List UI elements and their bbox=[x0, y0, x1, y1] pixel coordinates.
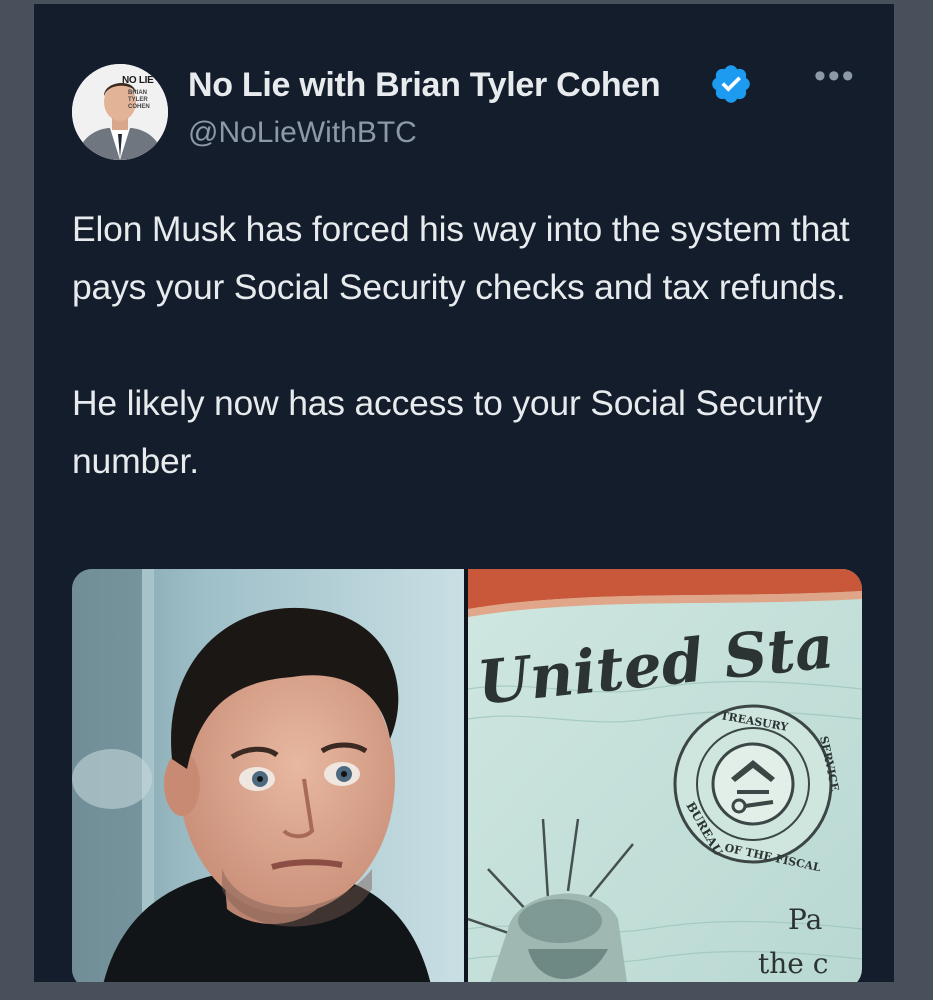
avatar-logo-text: NO LIE bbox=[122, 75, 154, 86]
display-name[interactable]: No Lie with Brian Tyler Cohen bbox=[188, 66, 661, 105]
treasury-check-image-icon: United Sta TREASURY BUREAU OF THE FISCAL… bbox=[468, 569, 862, 982]
check-the-text: the c bbox=[758, 947, 828, 980]
tweet-text: Elon Musk has forced his way into the sy… bbox=[72, 200, 862, 490]
avatar-logo-line: BRIAN bbox=[128, 90, 147, 96]
avatar[interactable]: NO LIE BRIAN TYLER COHEN bbox=[72, 64, 168, 160]
tweet-paragraph: Elon Musk has forced his way into the sy… bbox=[72, 209, 850, 307]
avatar-logo-sub: BRIAN TYLER COHEN bbox=[128, 90, 150, 111]
media-image-right[interactable]: United Sta TREASURY BUREAU OF THE FISCAL… bbox=[468, 569, 862, 982]
man-portrait-image-icon bbox=[72, 569, 464, 982]
verified-badge-icon bbox=[712, 65, 750, 103]
avatar-logo-line: TYLER bbox=[128, 97, 148, 103]
tweet-paragraph: He likely now has access to your Social … bbox=[72, 383, 823, 481]
user-handle[interactable]: @NoLieWithBTC bbox=[188, 116, 417, 150]
check-pay-text: Pa bbox=[788, 903, 822, 936]
avatar-logo-line: COHEN bbox=[128, 104, 150, 110]
tweet-media[interactable]: United Sta TREASURY BUREAU OF THE FISCAL… bbox=[72, 569, 862, 982]
more-options-button[interactable]: ••• bbox=[814, 59, 856, 93]
media-image-left[interactable] bbox=[72, 569, 464, 982]
tweet-card[interactable]: NO LIE BRIAN TYLER COHEN No Lie with Bri… bbox=[34, 4, 894, 982]
